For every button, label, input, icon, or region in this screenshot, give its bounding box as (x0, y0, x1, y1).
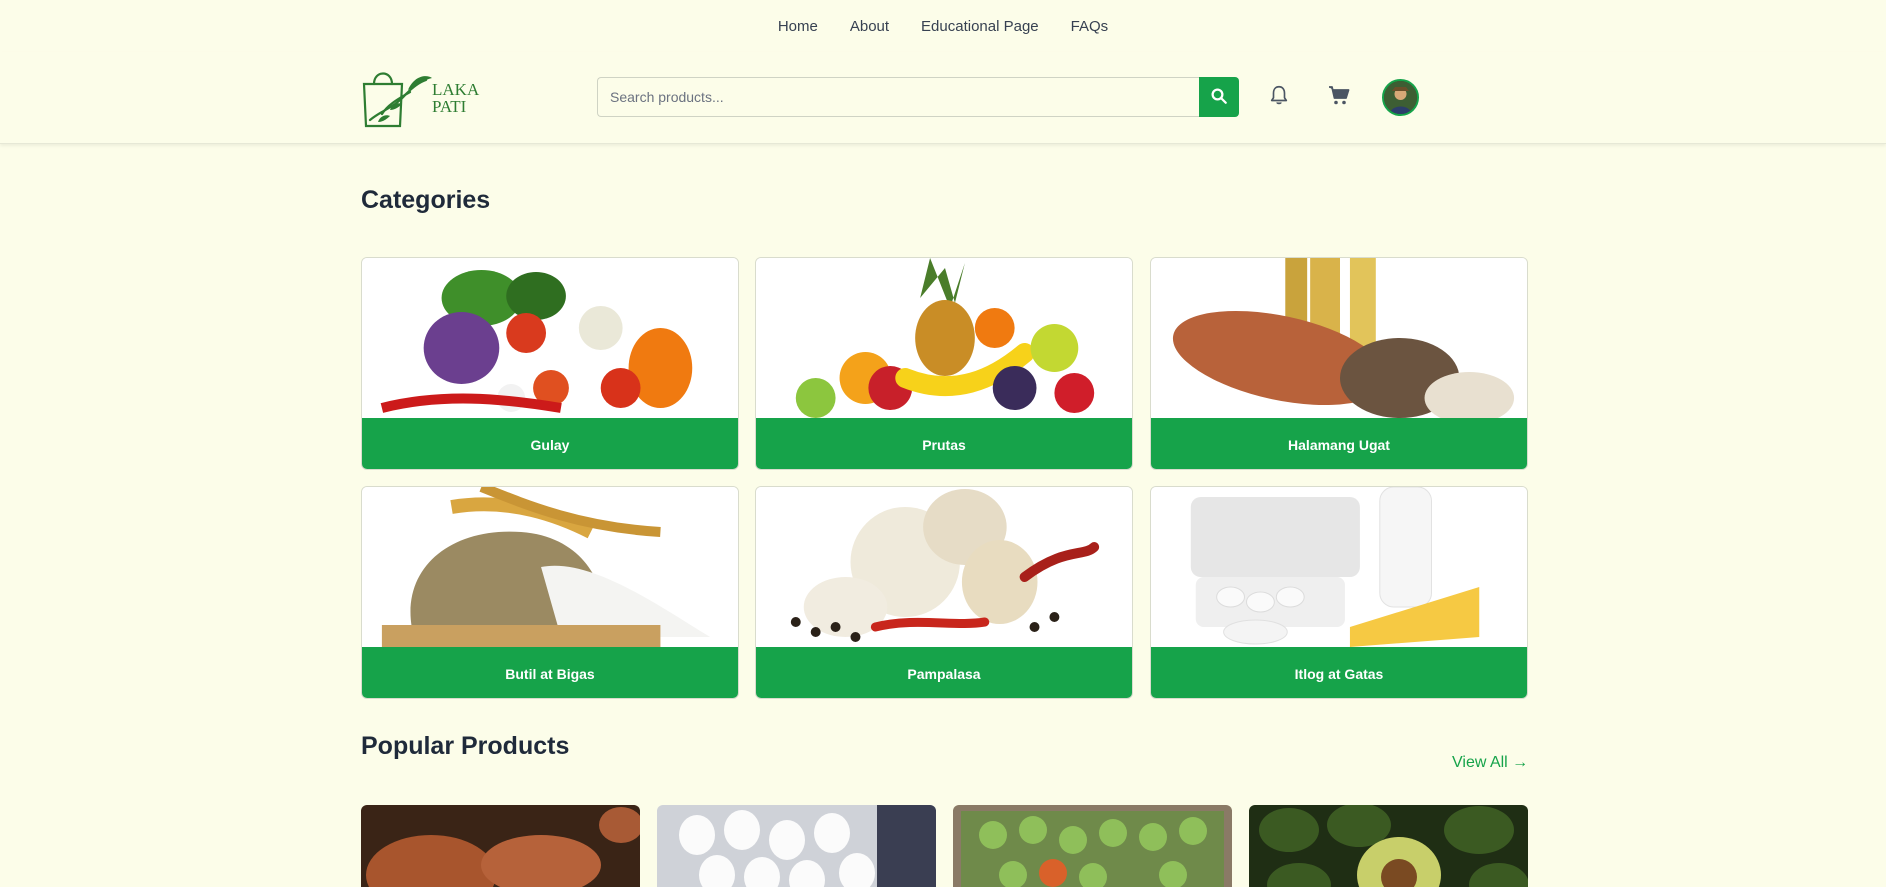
bell-icon (1268, 84, 1290, 111)
category-card-itlog-at-gatas[interactable]: Itlog at Gatas (1150, 486, 1528, 699)
category-label: Gulay (362, 418, 738, 469)
category-card-pampalasa[interactable]: Pampalasa (755, 486, 1133, 699)
avatar[interactable] (1382, 79, 1419, 116)
svg-text:PATI: PATI (432, 97, 467, 116)
vegetables-image (362, 258, 738, 418)
category-card-gulay[interactable]: Gulay (361, 257, 739, 470)
categories-title: Categories (361, 186, 491, 214)
category-label: Pampalasa (756, 647, 1132, 698)
category-label: Butil at Bigas (362, 647, 738, 698)
popular-products-title: Popular Products (361, 732, 570, 760)
avocado-image (1249, 805, 1528, 887)
nav-about[interactable]: About (850, 18, 889, 35)
product-card[interactable] (361, 805, 640, 887)
sweet-potato-image (361, 805, 640, 887)
product-card[interactable] (1249, 805, 1528, 887)
tomatoes-image (953, 805, 1232, 887)
product-card[interactable] (953, 805, 1232, 887)
category-card-butil-at-bigas[interactable]: Butil at Bigas (361, 486, 739, 699)
category-card-halamang-ugat[interactable]: Halamang Ugat (1150, 257, 1528, 470)
header: LAKA PATI PATI (0, 52, 1886, 144)
category-label: Halamang Ugat (1151, 418, 1527, 469)
search-bar (597, 77, 1239, 117)
cart-icon (1327, 83, 1351, 112)
search-icon (1210, 87, 1228, 108)
root-crops-image (1151, 258, 1527, 418)
product-card[interactable] (657, 805, 936, 887)
search-button[interactable] (1199, 77, 1239, 117)
nav-home[interactable]: Home (778, 18, 818, 35)
eggs-image (657, 805, 936, 887)
category-card-prutas[interactable]: Prutas (755, 257, 1133, 470)
category-label: Itlog at Gatas (1151, 647, 1527, 698)
nav-faqs[interactable]: FAQs (1071, 18, 1109, 35)
nav-educational-page[interactable]: Educational Page (921, 18, 1039, 35)
fruits-image (756, 258, 1132, 418)
grains-image (362, 487, 738, 647)
site-logo[interactable]: LAKA PATI PATI (360, 64, 517, 130)
search-input[interactable] (597, 77, 1199, 117)
notifications-button[interactable] (1264, 82, 1294, 112)
top-nav: Home About Educational Page FAQs (0, 0, 1886, 52)
category-label: Prutas (756, 418, 1132, 469)
cart-button[interactable] (1324, 82, 1354, 112)
view-all-link[interactable]: View All → (1452, 754, 1528, 772)
spices-image (756, 487, 1132, 647)
eggs-dairy-image (1151, 487, 1527, 647)
